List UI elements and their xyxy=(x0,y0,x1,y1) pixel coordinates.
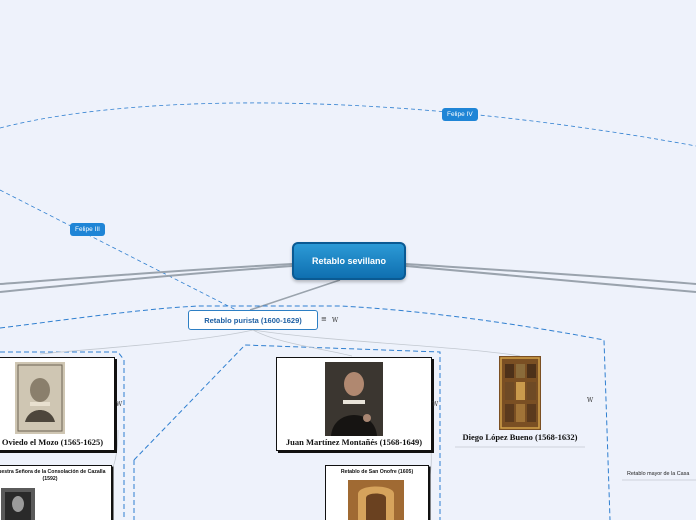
portrait-engraving-image xyxy=(15,362,65,434)
link-icon[interactable]: W xyxy=(432,401,438,408)
work-title: Retablo de San Onofre (1605) xyxy=(340,469,414,475)
link-icon[interactable]: W xyxy=(332,317,338,324)
artist-card-lopez-bueno[interactable]: Diego López Bueno (1568-1632) xyxy=(455,356,585,444)
topic-retablo-mayor[interactable]: Retablo mayor de la Casa xyxy=(627,471,689,477)
artist-card-montanes[interactable]: Juan Martínez Montañés (1568-1649) xyxy=(276,357,432,451)
topic-retablo-purista[interactable]: Retablo purista (1600-1629) xyxy=(188,310,318,330)
work-card-cazalla[interactable]: Nuestra Señora de la Consolación de Caza… xyxy=(0,465,112,520)
tag-felipe-iii[interactable]: Felipe III xyxy=(70,223,105,236)
tag-felipe-iv[interactable]: Felipe IV xyxy=(442,108,478,121)
portrait-painting-image xyxy=(325,362,383,436)
artist-name: Oviedo el Mozo (1565-1625) xyxy=(1,437,104,447)
link-icon[interactable]: W xyxy=(116,401,122,408)
work-image xyxy=(348,480,404,520)
central-topic[interactable]: Retablo sevillano xyxy=(292,242,406,280)
notes-icon[interactable]: ≡ xyxy=(321,315,327,323)
mind-map-canvas: Felipe IV Felipe III Retablo sevillano R… xyxy=(0,0,696,520)
altarpiece-image xyxy=(499,356,541,430)
artist-name: Juan Martínez Montañés (1568-1649) xyxy=(285,437,423,447)
work-card-san-onofre[interactable]: Retablo de San Onofre (1605) xyxy=(325,465,429,520)
artist-card-oviedo[interactable]: Oviedo el Mozo (1565-1625) xyxy=(0,357,115,451)
link-icon[interactable]: W xyxy=(587,397,593,404)
artist-name: Diego López Bueno (1568-1632) xyxy=(462,432,578,442)
work-title: Nuestra Señora de la Consolación de Caza… xyxy=(0,469,106,482)
work-image xyxy=(1,488,35,520)
